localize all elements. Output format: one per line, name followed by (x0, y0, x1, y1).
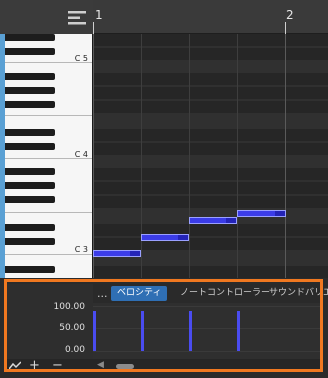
c3-label: C 3 (74, 245, 88, 254)
tab-velocity[interactable]: ベロシティ (111, 286, 168, 301)
black-key[interactable] (5, 34, 55, 41)
grid-row (93, 196, 328, 208)
note-c3[interactable] (93, 250, 141, 257)
key-divider (5, 254, 92, 255)
grid-row (93, 143, 328, 155)
velocity-bar[interactable] (189, 311, 192, 351)
bar-1-tick (93, 22, 94, 34)
note-g3[interactable] (189, 217, 237, 224)
grid-row (93, 224, 328, 236)
black-key[interactable] (5, 129, 55, 136)
bottom-toolbar: + − (7, 359, 320, 372)
note-tail (178, 235, 188, 240)
velocity-mid-label: 50.00 (59, 323, 85, 333)
velocity-bar[interactable] (93, 311, 96, 351)
black-key[interactable] (5, 73, 55, 80)
grid-row (93, 266, 328, 278)
black-key[interactable] (5, 182, 55, 189)
bar-line (285, 34, 286, 278)
velocity-bar[interactable] (141, 311, 144, 351)
horizontal-scrollbar-thumb[interactable] (116, 364, 134, 369)
velocity-gridline (93, 328, 320, 329)
velocity-gridline (93, 306, 320, 307)
note-tail (226, 218, 236, 223)
black-key[interactable] (5, 143, 55, 150)
timeline-ruler[interactable]: 1 2 (93, 0, 328, 34)
beat-line (237, 34, 238, 278)
piano-roll-editor: 1 2 C 5 C 4 C 3 ベロシティ ノートコントローラー サウンドバリエ… (0, 0, 328, 378)
black-key[interactable] (5, 87, 55, 94)
note-grid[interactable] (93, 34, 328, 278)
key-divider (5, 115, 92, 116)
velocity-axis: 100.00 50.00 0.00 (7, 302, 93, 359)
bar-line (93, 34, 94, 278)
more-tabs-button[interactable]: ... (97, 284, 108, 303)
grid-row (93, 182, 328, 194)
grid-row (93, 87, 328, 99)
velocity-lane[interactable] (93, 303, 320, 359)
grid-row (93, 48, 328, 60)
black-key[interactable] (5, 224, 55, 231)
grid-row (93, 101, 328, 113)
controller-tabs: ベロシティ ノートコントローラー サウンドバリエ (93, 284, 328, 303)
grid-row (93, 34, 328, 46)
minus-icon[interactable]: − (52, 359, 63, 372)
menu-icon[interactable] (66, 10, 88, 26)
grid-row (93, 238, 328, 250)
black-key[interactable] (5, 266, 55, 273)
beat-line (141, 34, 142, 278)
velocity-max-label: 100.00 (53, 302, 86, 312)
velocity-min-label: 0.00 (64, 345, 85, 355)
velocity-gridline (93, 351, 320, 352)
note-b3[interactable] (237, 210, 286, 217)
beat-line (189, 34, 190, 278)
header-panel (0, 0, 93, 34)
black-key[interactable] (5, 101, 55, 108)
black-key[interactable] (5, 168, 55, 175)
curve-icon[interactable] (9, 361, 21, 370)
key-divider (5, 212, 92, 213)
scroll-left-icon[interactable]: ◀ (97, 360, 104, 370)
grid-row (93, 129, 328, 141)
grid-row (93, 168, 328, 180)
grid-row (93, 73, 328, 85)
tab-note-controller[interactable]: ノートコントローラー (174, 286, 276, 301)
bar-2-label: 2 (286, 8, 294, 22)
piano-keyboard[interactable]: C 5 C 4 C 3 (5, 34, 93, 278)
bar-2-tick (285, 22, 286, 34)
c5-label: C 5 (74, 54, 88, 63)
c4-label: C 4 (74, 150, 88, 159)
tab-sound-variation[interactable]: サウンドバリエ (263, 286, 328, 301)
plus-icon[interactable]: + (29, 359, 40, 372)
black-key[interactable] (5, 48, 55, 55)
bar-1-label: 1 (95, 8, 103, 22)
note-tail (275, 211, 285, 216)
black-key[interactable] (5, 196, 55, 203)
panel-header-left (7, 284, 93, 303)
black-key[interactable] (5, 238, 55, 245)
note-tail (130, 251, 140, 256)
note-e3[interactable] (141, 234, 189, 241)
velocity-bar[interactable] (237, 311, 240, 351)
